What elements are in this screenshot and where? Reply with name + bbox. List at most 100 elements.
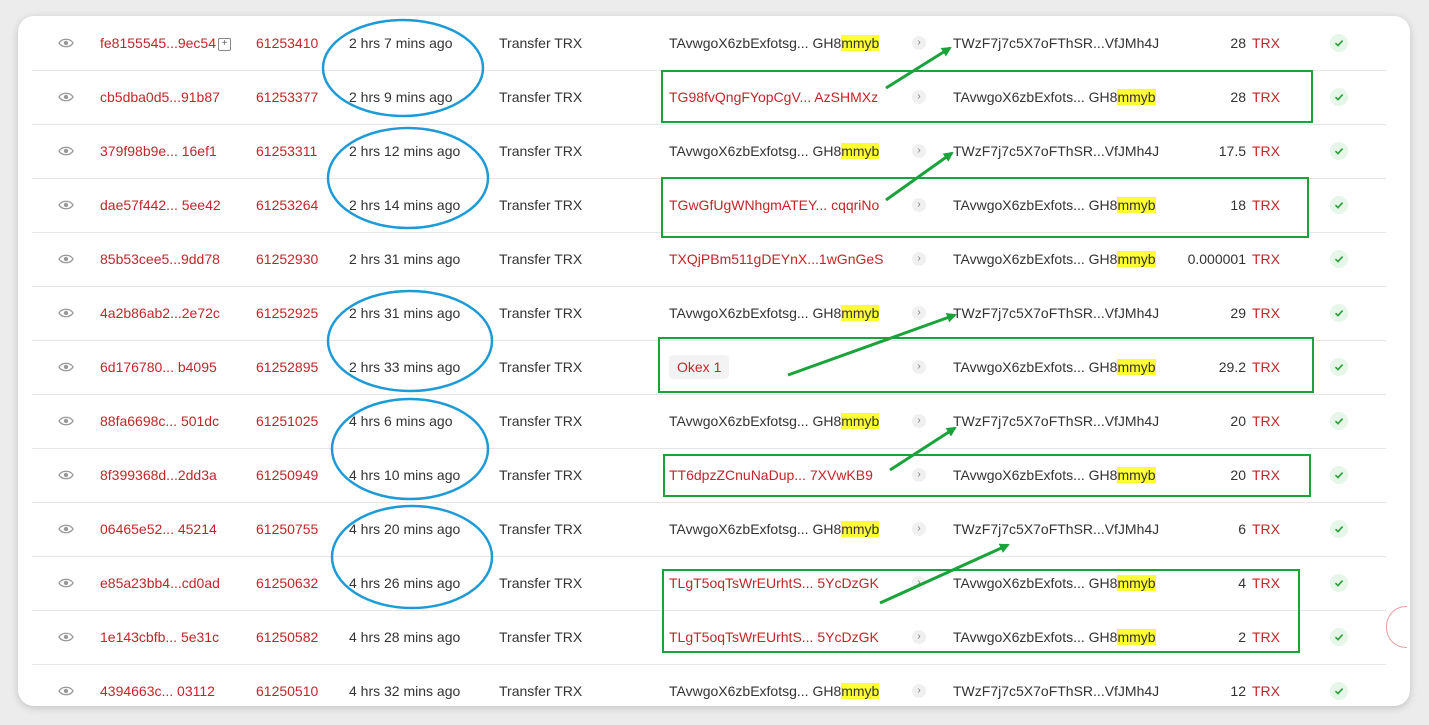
tx-hash-link[interactable]: e85a23bb4...cd0ad	[100, 556, 220, 610]
token-link[interactable]: TRX	[1252, 251, 1280, 267]
to-address[interactable]: TWzF7j7c5X7oFThSR...VfJMh4J	[953, 16, 1159, 70]
tx-type: Transfer TRX	[499, 629, 583, 645]
tx-age: 2 hrs 31 mins ago	[349, 251, 461, 267]
from-address[interactable]: TXQjPBm511gDEYnX...1wGnGeS	[669, 232, 884, 286]
from-address-text: TGwGfUgWNhgmATEY... cqqriNo	[669, 197, 880, 213]
block-link[interactable]: 61250510	[256, 664, 318, 706]
tx-hash-link[interactable]: 6d176780... b4095	[100, 340, 217, 394]
to-address[interactable]: TWzF7j7c5X7oFThSR...VfJMh4J	[953, 664, 1159, 706]
check-circle-icon	[1330, 304, 1348, 322]
tx-hash-link[interactable]: cb5dba0d5...91b87	[100, 70, 220, 124]
tx-hash-link[interactable]: 4394663c... 03112	[100, 664, 215, 706]
to-address[interactable]: TWzF7j7c5X7oFThSR...VfJMh4J	[953, 286, 1159, 340]
token-link[interactable]: TRX	[1252, 629, 1280, 645]
copy-icon[interactable]: +	[218, 37, 231, 51]
tx-hash-link[interactable]: 06465e52... 45214	[100, 502, 217, 556]
to-address[interactable]: TWzF7j7c5X7oFThSR...VfJMh4J	[953, 124, 1159, 178]
to-address[interactable]: TWzF7j7c5X7oFThSR...VfJMh4J	[953, 502, 1159, 556]
block-link[interactable]: 61253311	[256, 124, 317, 178]
token-link[interactable]: TRX	[1252, 521, 1280, 537]
to-address[interactable]: TAvwgoX6zbExfots... GH8mmyb	[953, 610, 1156, 664]
chevron-right-icon: ›	[912, 144, 926, 158]
from-address[interactable]: TT6dpzZCnuNaDup... 7XVwKB9	[669, 448, 873, 502]
block-link[interactable]: 61253410	[256, 16, 318, 70]
token-link[interactable]: TRX	[1252, 467, 1280, 483]
chevron-right-icon: ›	[912, 414, 926, 428]
block-link[interactable]: 61250632	[256, 556, 318, 610]
tx-hash-link[interactable]: 379f98b9e... 16ef1	[100, 124, 217, 178]
amount-value: 20	[1230, 467, 1246, 483]
tx-age: 4 hrs 26 mins ago	[349, 575, 461, 591]
from-address[interactable]: TAvwgoX6zbExfotsg... GH8mmyb	[669, 16, 880, 70]
eye-icon[interactable]	[56, 16, 76, 70]
eye-icon[interactable]	[56, 178, 76, 232]
from-address[interactable]: TG98fvQngFYopCgV... AzSHMXz	[669, 70, 878, 124]
eye-icon[interactable]	[56, 124, 76, 178]
from-address[interactable]: TAvwgoX6zbExfotsg... GH8mmyb	[669, 502, 880, 556]
block-link[interactable]: 61252925	[256, 286, 318, 340]
amount: 17.5 TRX	[1142, 124, 1280, 178]
to-address-text: TAvwgoX6zbExfots... GH8	[953, 575, 1118, 591]
eye-icon[interactable]	[56, 394, 76, 448]
tx-age: 2 hrs 12 mins ago	[349, 143, 461, 159]
to-address[interactable]: TAvwgoX6zbExfots... GH8mmyb	[953, 448, 1156, 502]
from-address[interactable]: TAvwgoX6zbExfotsg... GH8mmyb	[669, 664, 880, 706]
token-link[interactable]: TRX	[1252, 683, 1280, 699]
block-link[interactable]: 61252895	[256, 340, 318, 394]
amount: 0.000001 TRX	[1142, 232, 1280, 286]
tx-hash-link[interactable]: 4a2b86ab2...2e72c	[100, 286, 220, 340]
to-address-text: TWzF7j7c5X7oFThSR...VfJMh4J	[953, 143, 1160, 159]
to-address-text: TAvwgoX6zbExfots... GH8	[953, 359, 1118, 375]
to-address-text: TWzF7j7c5X7oFThSR...VfJMh4J	[953, 35, 1160, 51]
tx-hash-link[interactable]: 1e143cbfb... 5e31c	[100, 610, 219, 664]
to-address[interactable]: TAvwgoX6zbExfots... GH8mmyb	[953, 556, 1156, 610]
eye-icon[interactable]	[56, 448, 76, 502]
token-link[interactable]: TRX	[1252, 35, 1280, 51]
eye-icon[interactable]	[56, 286, 76, 340]
from-address[interactable]: TAvwgoX6zbExfotsg... GH8mmyb	[669, 286, 880, 340]
tx-hash-link[interactable]: 85b53cee5...9dd78	[100, 232, 220, 286]
eye-icon[interactable]	[56, 610, 76, 664]
tx-hash-link[interactable]: 8f399368d...2dd3a	[100, 448, 217, 502]
token-link[interactable]: TRX	[1252, 359, 1280, 375]
table-row: dae57f442... 5ee42 61253264 2 hrs 14 mins …	[32, 178, 1386, 233]
tx-hash-text: 379f98b9e... 16ef1	[100, 143, 217, 159]
tx-hash-text: dae57f442... 5ee42	[100, 197, 221, 213]
to-address[interactable]: TAvwgoX6zbExfots... GH8mmyb	[953, 340, 1156, 394]
to-address[interactable]: TAvwgoX6zbExfots... GH8mmyb	[953, 70, 1156, 124]
block-link[interactable]: 61253264	[256, 178, 318, 232]
eye-icon[interactable]	[56, 556, 76, 610]
block-link[interactable]: 61250949	[256, 448, 318, 502]
eye-icon[interactable]	[56, 340, 76, 394]
token-link[interactable]: TRX	[1252, 305, 1280, 321]
to-address[interactable]: TAvwgoX6zbExfots... GH8mmyb	[953, 232, 1156, 286]
eye-icon[interactable]	[56, 232, 76, 286]
to-address[interactable]: TWzF7j7c5X7oFThSR...VfJMh4J	[953, 394, 1159, 448]
block-link[interactable]: 61253377	[256, 70, 318, 124]
eye-icon[interactable]	[56, 70, 76, 124]
tx-hash-link[interactable]: fe8155545...9ec54 +	[100, 16, 231, 70]
eye-icon[interactable]	[56, 664, 76, 706]
from-address[interactable]: TAvwgoX6zbExfotsg... GH8mmyb	[669, 124, 880, 178]
token-link[interactable]: TRX	[1252, 143, 1280, 159]
tx-hash-link[interactable]: 88fa6698c... 501dc	[100, 394, 219, 448]
from-address[interactable]: TLgT5oqTsWrEUrhtS... 5YcDzGK	[669, 610, 879, 664]
to-address[interactable]: TAvwgoX6zbExfots... GH8mmyb	[953, 178, 1156, 232]
block-link[interactable]: 61250582	[256, 610, 318, 664]
token-link[interactable]: TRX	[1252, 89, 1280, 105]
token-link[interactable]: TRX	[1252, 413, 1280, 429]
from-address[interactable]: Okex 1	[669, 340, 730, 394]
from-address[interactable]: TAvwgoX6zbExfotsg... GH8mmyb	[669, 394, 880, 448]
from-address[interactable]: TGwGfUgWNhgmATEY... cqqriNo	[669, 178, 879, 232]
token-link[interactable]: TRX	[1252, 197, 1280, 213]
address-highlight: mmyb	[841, 35, 880, 51]
eye-icon[interactable]	[56, 502, 76, 556]
exchange-tag[interactable]: Okex 1	[669, 355, 730, 379]
block-link[interactable]: 61252930	[256, 232, 318, 286]
tx-hash-link[interactable]: dae57f442... 5ee42	[100, 178, 221, 232]
block-link[interactable]: 61250755	[256, 502, 318, 556]
token-link[interactable]: TRX	[1252, 575, 1280, 591]
from-address[interactable]: TLgT5oqTsWrEUrhtS... 5YcDzGK	[669, 556, 879, 610]
block-link[interactable]: 61251025	[256, 394, 318, 448]
transactions-panel: fe8155545...9ec54 +61253410 2 hrs 7 mins a…	[18, 16, 1410, 706]
